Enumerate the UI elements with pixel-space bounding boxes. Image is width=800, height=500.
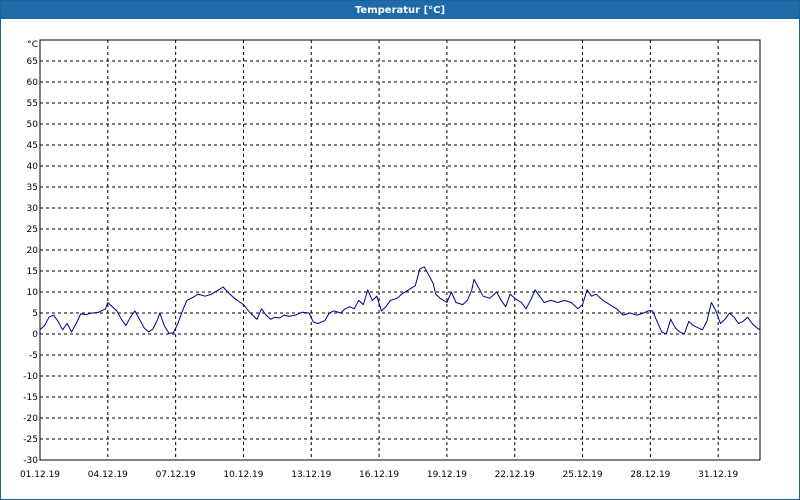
y-axis-tick-labels: 65605550454035302520151050-5-10-15-20-25… [23, 57, 38, 466]
y-tick-label: 10 [27, 288, 39, 298]
y-tick-label: 40 [27, 162, 39, 172]
y-tick-label: -15 [23, 393, 38, 403]
temperature-line [39, 266, 761, 335]
y-tick-label: 65 [27, 57, 38, 67]
y-tick-label: 55 [27, 99, 38, 109]
x-tick-label: 31.12.19 [698, 470, 738, 480]
x-tick-label: 01.12.19 [20, 470, 60, 480]
y-tick-label: -5 [29, 351, 38, 361]
y-tick-label: -30 [23, 456, 38, 466]
y-tick-label: 45 [27, 141, 38, 151]
temperature-series [39, 266, 761, 335]
y-tick-label: 35 [27, 183, 38, 193]
y-tick-label: -25 [23, 435, 38, 445]
y-tick-label: 60 [27, 78, 39, 88]
x-tick-label: 13.12.19 [291, 470, 331, 480]
y-tick-label: 20 [27, 246, 39, 256]
y-tick-label: 30 [27, 204, 39, 214]
x-tick-label: 10.12.19 [223, 470, 263, 480]
x-tick-label: 22.12.19 [495, 470, 535, 480]
x-tick-label: 16.12.19 [359, 470, 399, 480]
x-tick-label: 25.12.19 [563, 470, 603, 480]
y-tick-label: -10 [23, 372, 38, 382]
y-tick-label: 25 [27, 225, 38, 235]
x-tick-label: 04.12.19 [88, 470, 128, 480]
y-axis-unit-label: °C [27, 40, 38, 50]
x-tick-label: 19.12.19 [427, 470, 467, 480]
x-axis-tick-labels: 01.12.19 04.12.19 07.12.19 10.12.19 13.12.19… [20, 470, 739, 480]
y-tick-label: 15 [27, 267, 38, 277]
y-tick-label: 50 [27, 120, 39, 130]
temperature-chart: 65605550454035302520151050-5-10-15-20-25… [20, 39, 761, 480]
grid-lines [40, 40, 760, 460]
y-tick-label: -20 [23, 414, 38, 424]
y-tick-label: 5 [32, 309, 38, 319]
x-tick-label: 07.12.19 [156, 470, 196, 480]
y-tick-label: 0 [32, 330, 38, 340]
x-tick-label: 28.12.19 [630, 470, 670, 480]
